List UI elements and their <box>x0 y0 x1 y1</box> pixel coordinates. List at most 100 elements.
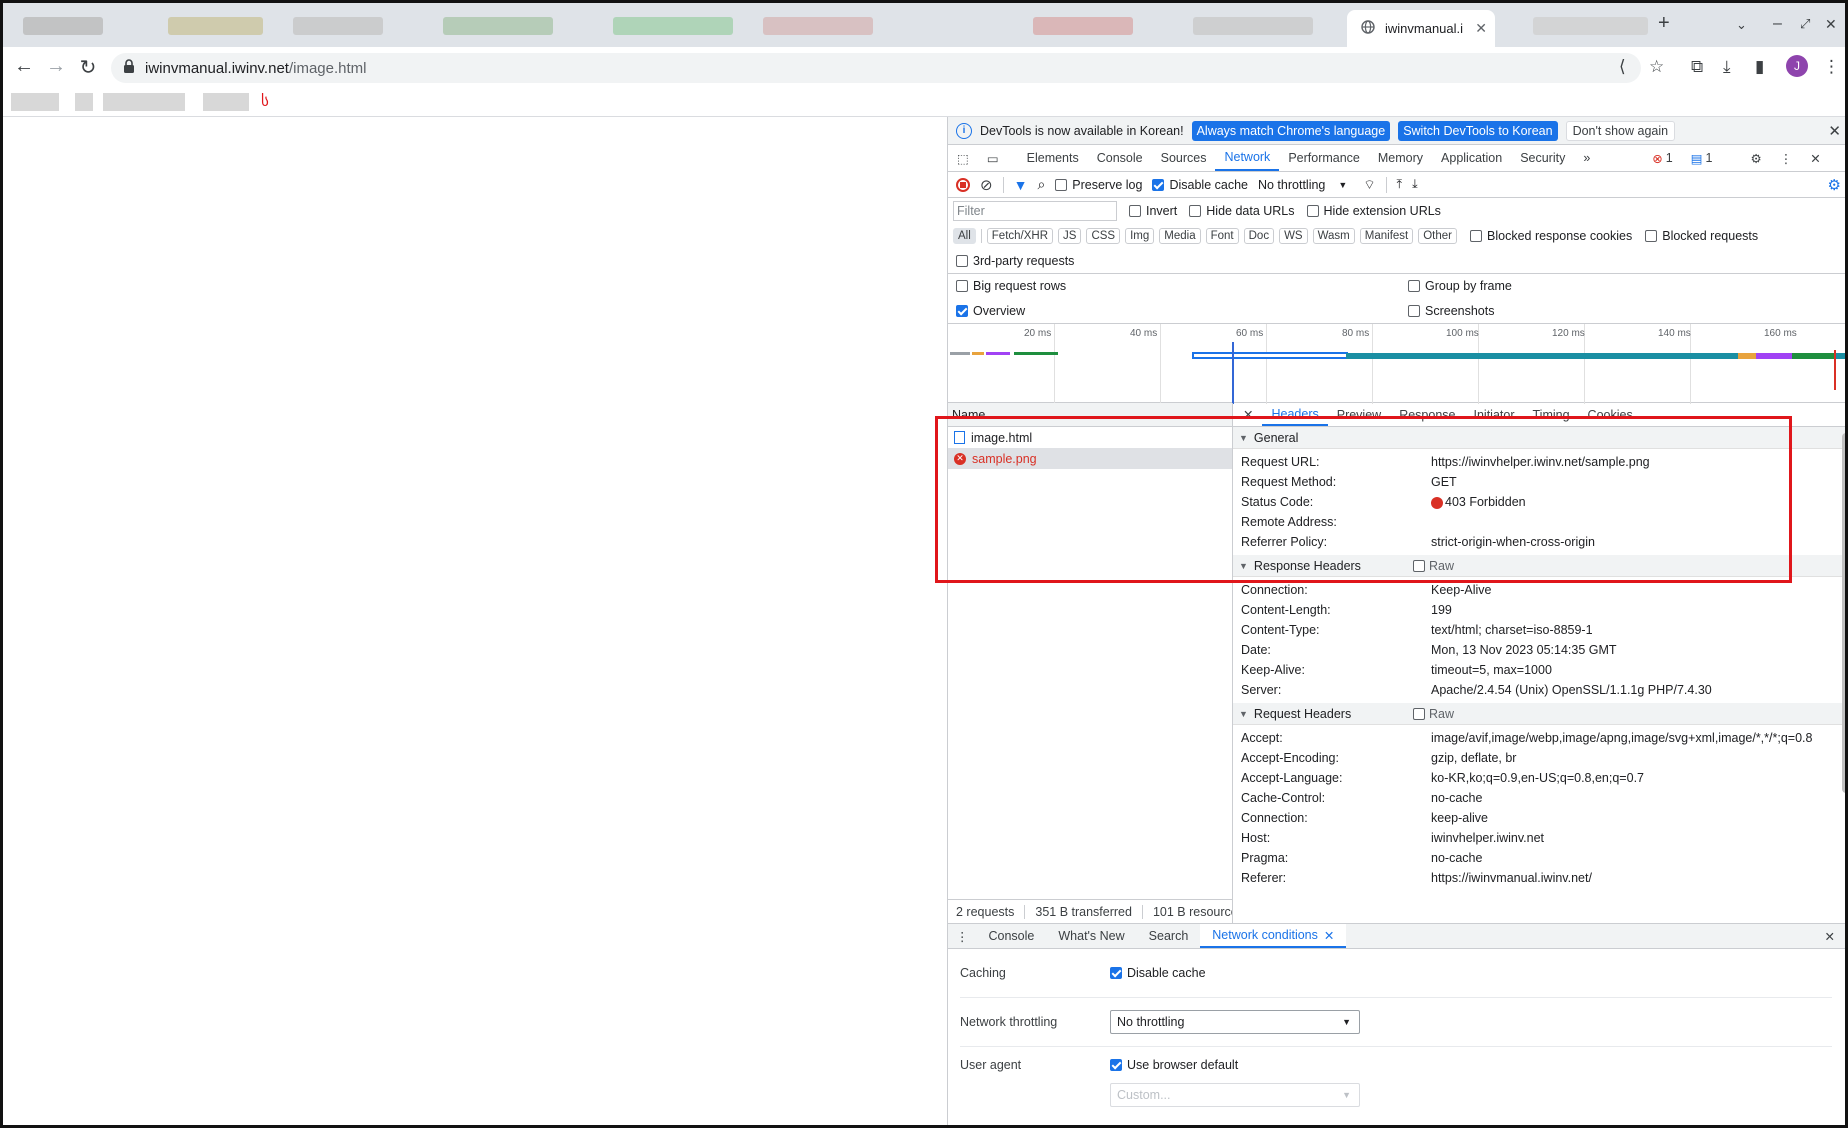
blocked-response-cookies-checkbox[interactable]: Blocked response cookies <box>1470 229 1632 243</box>
type-filter-manifest[interactable]: Manifest <box>1359 228 1414 244</box>
back-arrow-icon[interactable]: ← <box>11 55 37 78</box>
bookmark-item[interactable] <box>103 93 185 111</box>
kebab-menu-icon[interactable]: ⋮ <box>1771 145 1802 171</box>
bookmark-item[interactable] <box>11 93 59 111</box>
type-filter-fetch[interactable]: Fetch/XHR <box>986 228 1054 244</box>
close-icon[interactable]: ✕ <box>1828 122 1841 140</box>
big-request-rows-checkbox[interactable]: Big request rows <box>956 279 1066 293</box>
device-toolbar-icon[interactable]: ▭ <box>978 145 1008 171</box>
active-tab[interactable]: iwinvmanual.i ✕ <box>1347 10 1495 47</box>
network-throttling-select[interactable]: No throttling ▼ <box>1110 1010 1360 1034</box>
drawer-tab-whats-new[interactable]: What's New <box>1046 924 1136 948</box>
maximize-icon[interactable]: ⤢ <box>1800 16 1810 32</box>
close-details-icon[interactable]: ✕ <box>1241 403 1262 426</box>
tab-console[interactable]: Console <box>1088 145 1152 171</box>
kebab-menu-icon[interactable]: ⋮ <box>1823 57 1840 77</box>
general-section-header[interactable]: ▼ General <box>1233 427 1845 449</box>
drawer-tab-network-conditions[interactable]: Network conditions ✕ <box>1200 924 1347 948</box>
request-row-image-html[interactable]: image.html <box>948 427 1232 448</box>
use-browser-default-checkbox[interactable]: Use browser default <box>1110 1058 1238 1072</box>
tab-sources[interactable]: Sources <box>1152 145 1216 171</box>
close-drawer-icon[interactable]: ✕ <box>1813 924 1845 948</box>
close-tab-icon[interactable]: ✕ <box>1475 20 1487 37</box>
blurred-tab[interactable] <box>1533 17 1648 35</box>
network-settings-gear-icon[interactable]: ⚙ <box>1828 176 1841 194</box>
match-language-button[interactable]: Always match Chrome's language <box>1191 120 1391 141</box>
timeline-overview[interactable]: 20 ms 40 ms 60 ms 80 ms 100 ms 120 ms 14… <box>948 323 1845 404</box>
type-filter-other[interactable]: Other <box>1418 228 1457 244</box>
blurred-tab[interactable] <box>613 17 733 35</box>
download-icon[interactable]: ⤓ <box>1723 57 1731 77</box>
blurred-tab[interactable] <box>1033 17 1133 35</box>
dont-show-again-button[interactable]: Don't show again <box>1565 120 1676 141</box>
window-close-icon[interactable]: ✕ <box>1825 16 1837 33</box>
hide-data-urls-checkbox[interactable]: Hide data URLs <box>1189 204 1295 218</box>
clear-icon[interactable]: ⊘ <box>980 176 993 194</box>
message-counter[interactable]: ▤ 1 <box>1682 145 1722 171</box>
tab-security[interactable]: Security <box>1511 145 1574 171</box>
tab-response[interactable]: Response <box>1390 403 1464 426</box>
screenshots-checkbox[interactable]: Screenshots <box>1408 304 1494 318</box>
tab-network[interactable]: Network <box>1215 145 1280 171</box>
search-icon[interactable]: ⌕ <box>1037 176 1045 193</box>
tab-performance[interactable]: Performance <box>1279 145 1369 171</box>
request-headers-section-header[interactable]: ▼ Request Headers Raw <box>1233 703 1845 725</box>
tab-headers[interactable]: Headers <box>1262 403 1328 426</box>
blurred-tab[interactable] <box>23 17 103 35</box>
more-tabs-icon[interactable]: » <box>1574 145 1599 171</box>
forward-arrow-icon[interactable]: → <box>43 55 69 78</box>
filter-input[interactable]: Filter <box>953 201 1117 221</box>
blurred-tab[interactable] <box>168 17 263 35</box>
bookmark-logo-icon[interactable]: ს <box>261 92 269 110</box>
chevron-down-icon[interactable]: ⌄ <box>1736 17 1747 33</box>
inspect-element-icon[interactable]: ⬚ <box>948 145 978 171</box>
type-filter-wasm[interactable]: Wasm <box>1312 228 1355 244</box>
throttling-select[interactable]: No throttling ▼ <box>1258 178 1347 192</box>
name-column-header[interactable]: Name <box>948 403 1232 427</box>
drawer-tab-console[interactable]: Console <box>977 924 1047 948</box>
reload-icon[interactable]: ↻ <box>75 55 101 80</box>
tab-application[interactable]: Application <box>1432 145 1511 171</box>
minimize-icon[interactable]: – <box>1773 15 1782 33</box>
gear-icon[interactable]: ⚙ <box>1742 145 1771 171</box>
blurred-tab[interactable] <box>293 17 383 35</box>
avatar[interactable]: J <box>1786 55 1808 77</box>
switch-language-button[interactable]: Switch DevTools to Korean <box>1398 120 1558 141</box>
drawer-disable-cache-checkbox[interactable]: Disable cache <box>1110 966 1206 980</box>
response-headers-section-header[interactable]: ▼ Response Headers Raw <box>1233 555 1845 577</box>
bookmark-item[interactable] <box>203 93 249 111</box>
drawer-tab-search[interactable]: Search <box>1137 924 1201 948</box>
blurred-tab[interactable] <box>1193 17 1313 35</box>
tab-initiator[interactable]: Initiator <box>1465 403 1524 426</box>
network-conditions-icon[interactable]: ⌔ <box>1363 177 1375 193</box>
type-filter-font[interactable]: Font <box>1205 228 1239 244</box>
group-by-frame-checkbox[interactable]: Group by frame <box>1408 279 1512 293</box>
disable-cache-checkbox[interactable]: Disable cache <box>1152 178 1248 192</box>
export-har-icon[interactable]: ⤓ <box>1412 177 1418 192</box>
tab-cookies[interactable]: Cookies <box>1579 403 1642 426</box>
share-icon[interactable]: ⟨ <box>1619 57 1626 77</box>
type-filter-css[interactable]: CSS <box>1086 228 1121 244</box>
filter-funnel-icon[interactable]: ▼ <box>1014 177 1028 193</box>
invert-checkbox[interactable]: Invert <box>1129 204 1177 218</box>
type-filter-all[interactable]: All <box>953 228 976 244</box>
bookmark-item[interactable] <box>75 93 93 111</box>
close-devtools-icon[interactable]: ✕ <box>1801 145 1829 171</box>
new-tab-icon[interactable]: + <box>1658 12 1670 35</box>
type-filter-ws[interactable]: WS <box>1279 228 1308 244</box>
type-filter-img[interactable]: Img <box>1125 228 1155 244</box>
details-scrollbar[interactable] <box>1842 433 1845 793</box>
tab-elements[interactable]: Elements <box>1018 145 1088 171</box>
type-filter-doc[interactable]: Doc <box>1243 228 1275 244</box>
overview-checkbox[interactable]: Overview <box>956 304 1025 318</box>
preserve-log-checkbox[interactable]: Preserve log <box>1055 178 1142 192</box>
side-panel-icon[interactable]: ▮ <box>1755 57 1764 77</box>
address-bar[interactable]: iwinvmanual.iwinv.net/image.html <box>111 53 1641 83</box>
drawer-menu-icon[interactable]: ⋮ <box>948 924 977 948</box>
lock-icon[interactable] <box>123 59 135 77</box>
tab-preview[interactable]: Preview <box>1328 403 1390 426</box>
tab-memory[interactable]: Memory <box>1369 145 1432 171</box>
third-party-checkbox[interactable]: 3rd-party requests <box>956 254 1074 268</box>
error-counter[interactable]: ⊗ 1 <box>1643 145 1681 171</box>
import-har-icon[interactable]: ⤒ <box>1397 177 1403 192</box>
